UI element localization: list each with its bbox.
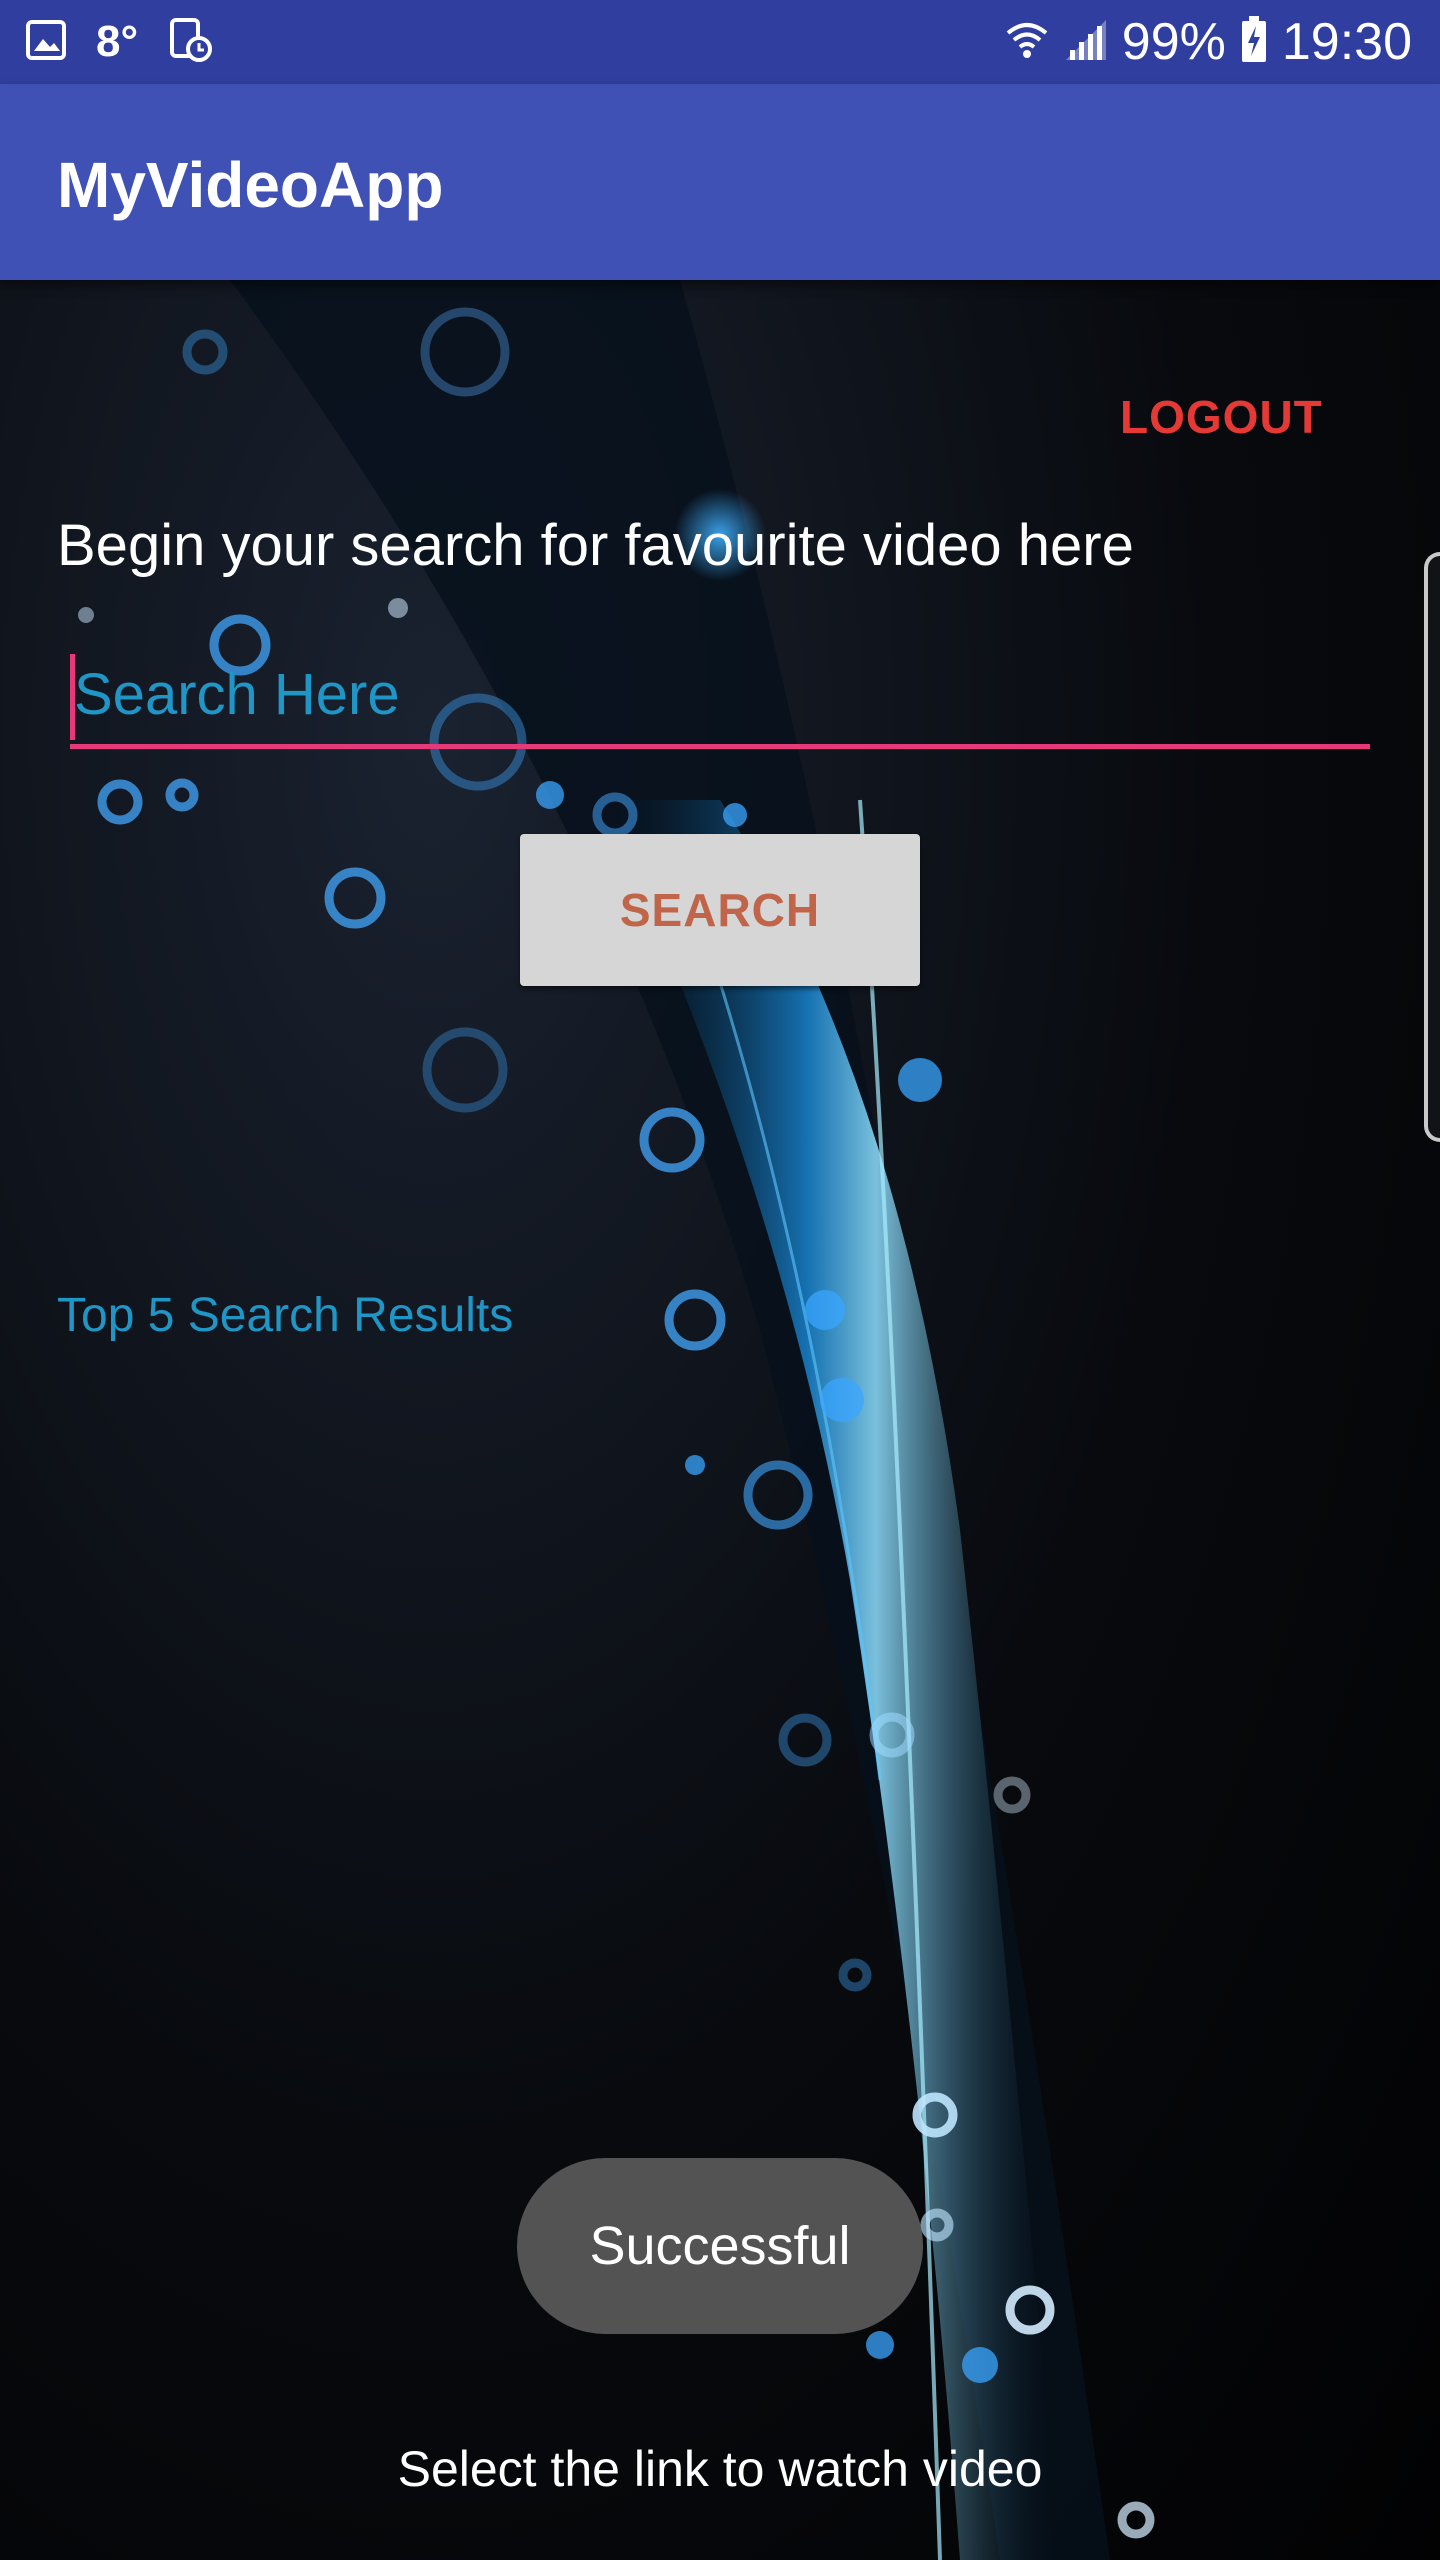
intro-text: Begin your search for favourite video he…	[57, 513, 1134, 578]
results-label: Top 5 Search Results	[57, 1289, 514, 1342]
status-right-icons: 99% 19:30	[1004, 0, 1412, 84]
search-button[interactable]: SEARCH	[520, 834, 920, 986]
wifi-icon	[1004, 17, 1050, 68]
app-title: MyVideoApp	[57, 149, 444, 221]
signal-icon	[1064, 18, 1108, 67]
screen-time-icon	[168, 17, 213, 67]
logout-button[interactable]: LOGOUT	[1120, 390, 1323, 444]
status-bar: 8° 99% 19:30	[0, 0, 1440, 84]
search-underline	[70, 744, 1370, 749]
status-left-icons: 8°	[26, 0, 213, 84]
main-content: LOGOUT Begin your search for favourite v…	[0, 280, 1440, 2560]
weather-icon: 8°	[96, 17, 139, 66]
battery-percent: 99%	[1121, 13, 1226, 71]
edge-panel-handle[interactable]	[1424, 552, 1440, 1142]
clock: 19:30	[1281, 13, 1412, 71]
gallery-icon	[26, 19, 66, 65]
search-field[interactable]	[70, 652, 1370, 749]
text-cursor	[70, 654, 75, 740]
app-bar: MyVideoApp	[0, 84, 1440, 280]
footer-text: Select the link to watch video	[397, 2441, 1043, 2497]
search-input[interactable]	[70, 652, 1370, 736]
battery-charging-icon	[1240, 15, 1268, 69]
toast-message: Successful	[517, 2158, 923, 2334]
